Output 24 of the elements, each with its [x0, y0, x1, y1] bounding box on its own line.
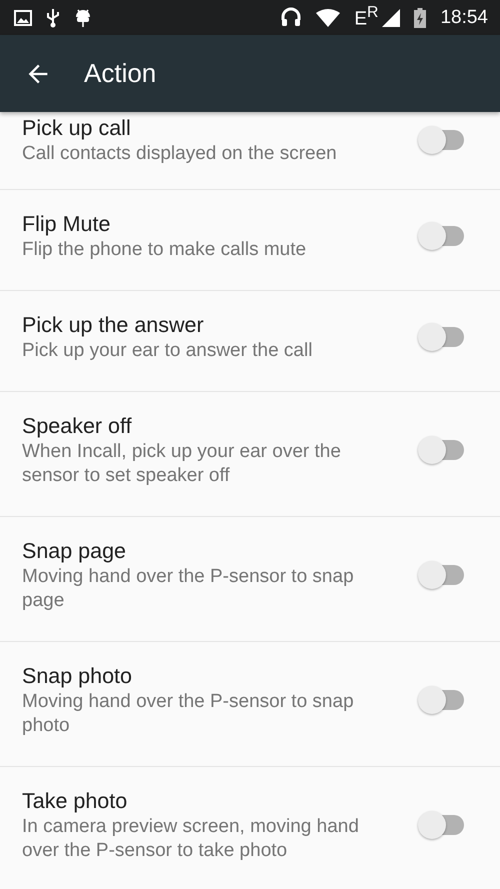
usb-icon: [46, 8, 60, 28]
setting-summary: When Incall, pick up your ear over the sensor to set speaker off: [22, 440, 342, 488]
setting-summary: Call contacts displayed on the screen: [22, 142, 338, 166]
setting-summary: Pick up your ear to answer the call: [22, 339, 314, 363]
image-icon: [14, 10, 32, 26]
signal-icon: [382, 8, 400, 26]
screen-title: Action: [84, 58, 156, 89]
wifi-icon: [316, 8, 340, 26]
setting-summary: Flip the phone to make calls mute: [22, 238, 308, 262]
setting-title: Flip Mute: [22, 211, 112, 238]
setting-title: Take photo: [22, 788, 128, 815]
battery-icon: [414, 8, 426, 28]
setting-summary: Moving hand over the P-sensor to snap photo: [22, 690, 355, 738]
setting-title: Pick up the answer: [22, 312, 205, 339]
clock-time: 18:54: [440, 6, 488, 28]
setting-title: Pick up call: [22, 115, 132, 142]
android-icon: [74, 8, 92, 28]
network-type: E$^{R}$: [354, 4, 378, 31]
setting-title: Speaker off: [22, 413, 133, 440]
setting-summary: Moving hand over the P-sensor to snap page: [22, 565, 355, 613]
setting-title: Snap page: [22, 538, 128, 565]
setting-summary: In camera preview screen, moving hand over the P-sensor to take photo: [22, 815, 360, 863]
headset-icon: [280, 6, 302, 28]
setting-title: Snap photo: [22, 663, 133, 690]
